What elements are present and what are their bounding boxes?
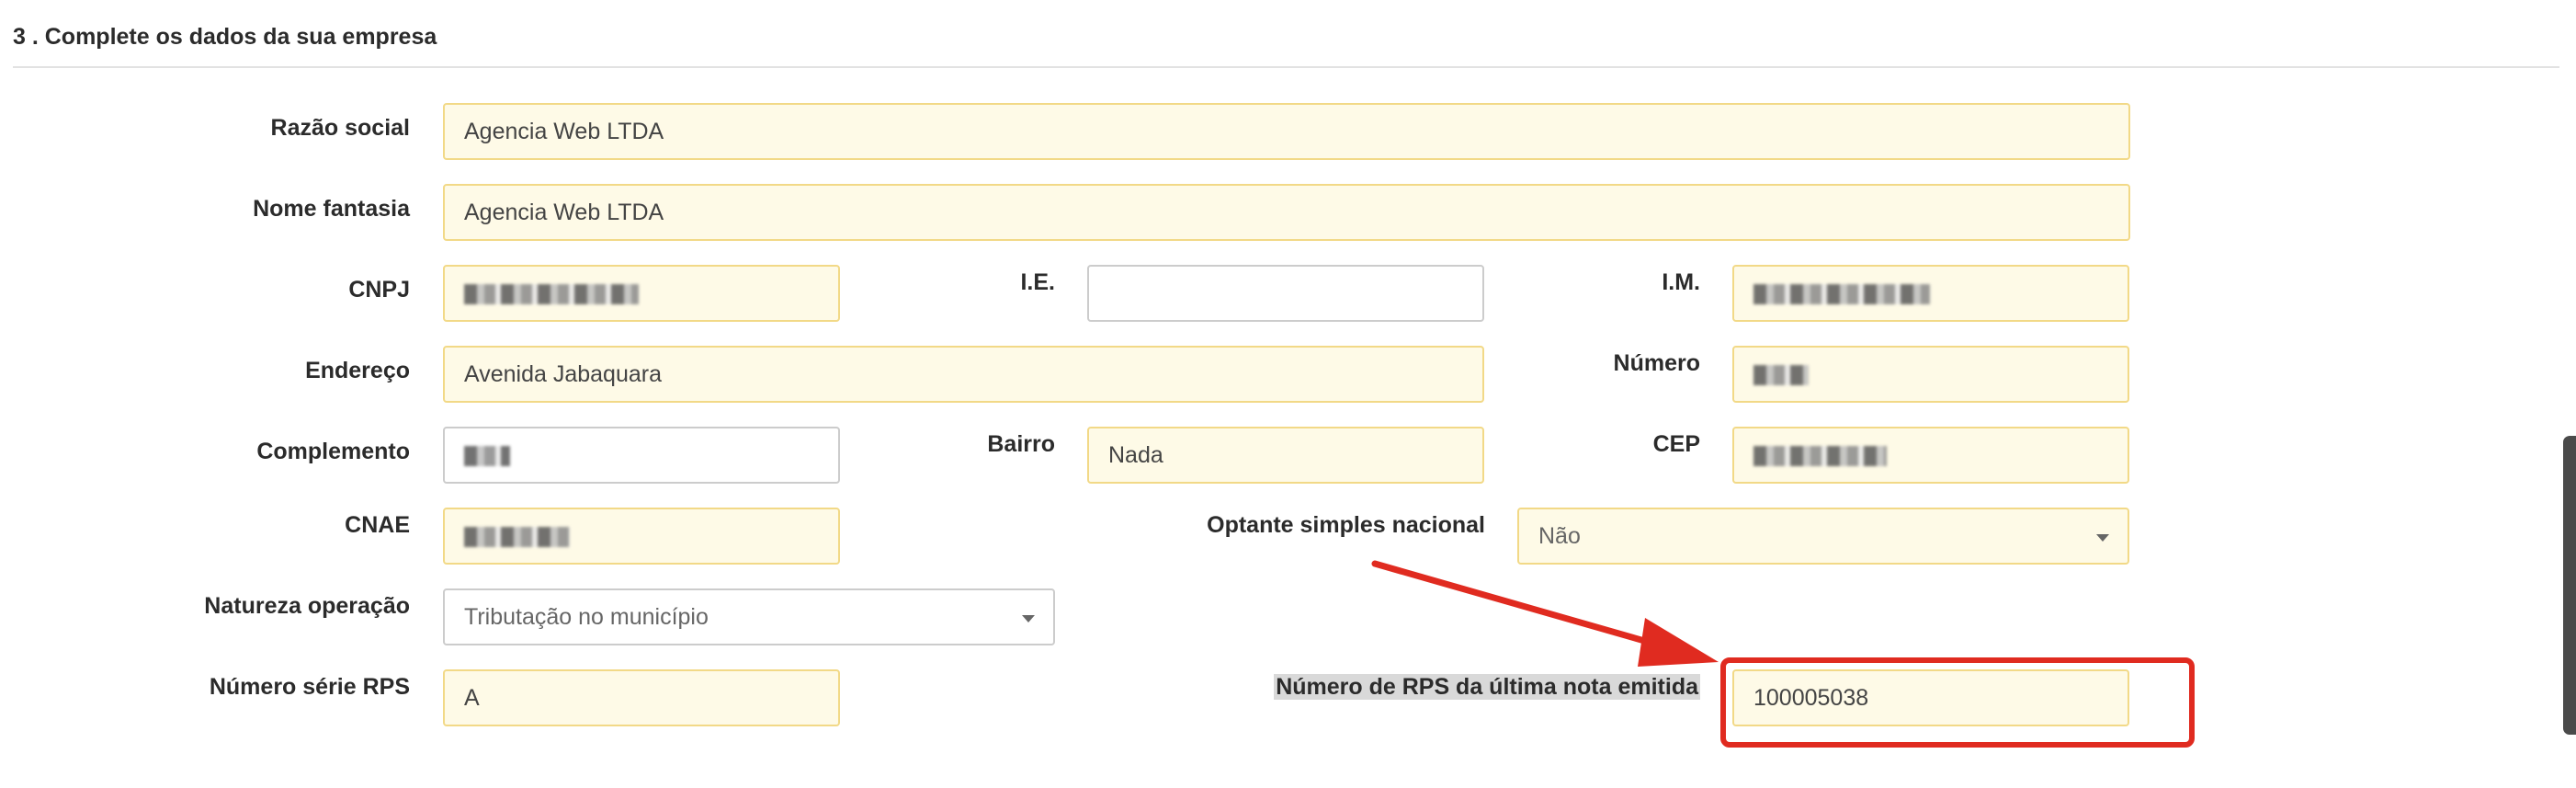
scrollbar-thumb[interactable] bbox=[2563, 436, 2576, 735]
annotation-arrow-icon bbox=[1371, 560, 1719, 667]
